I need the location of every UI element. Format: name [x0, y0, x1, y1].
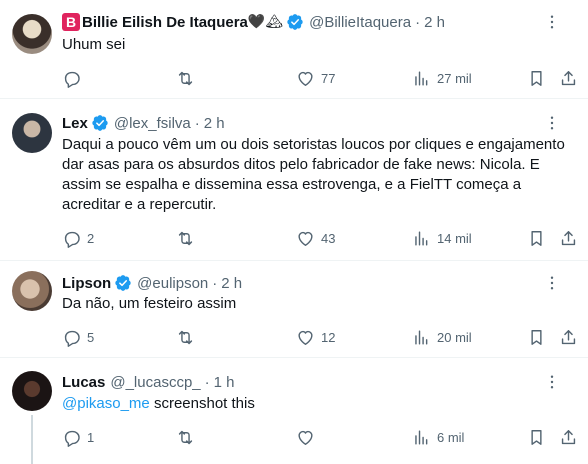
- bookmark-button[interactable]: [527, 426, 546, 448]
- reply-count: 1: [87, 429, 95, 445]
- share-icon: [559, 428, 578, 447]
- like-icon: [296, 69, 315, 88]
- views-button[interactable]: 6 mil: [412, 426, 464, 448]
- name-emoji: 🖤🏔: [247, 14, 284, 30]
- reply-button[interactable]: [62, 67, 87, 89]
- share-icon: [559, 229, 578, 248]
- retweet-button[interactable]: [176, 326, 201, 348]
- tweet-text: @pikaso_me screenshot this: [62, 394, 572, 414]
- more-icon[interactable]: [542, 371, 562, 393]
- timestamp[interactable]: 2 h: [221, 275, 242, 292]
- separator-dot: ·: [204, 373, 210, 391]
- avatar[interactable]: [12, 113, 52, 153]
- share-icon: [559, 328, 578, 347]
- views-button[interactable]: 14 mil: [412, 227, 472, 249]
- handle[interactable]: @eulipson: [137, 275, 208, 292]
- share-button[interactable]: [559, 426, 578, 448]
- share-button[interactable]: [559, 227, 578, 249]
- reply-button[interactable]: 1: [62, 426, 94, 448]
- timestamp[interactable]: 2 h: [424, 14, 445, 31]
- avatar[interactable]: [12, 14, 52, 54]
- reply-button[interactable]: 2: [62, 227, 94, 249]
- share-button[interactable]: [559, 326, 578, 348]
- share-button[interactable]: [559, 67, 578, 89]
- retweet-icon: [176, 69, 195, 88]
- like-button[interactable]: 43: [296, 227, 335, 249]
- tweet-lipson[interactable]: Lipson @eulipson · 2 h Da não, um festei…: [0, 261, 588, 358]
- retweet-button[interactable]: [176, 67, 201, 89]
- like-icon: [296, 428, 315, 447]
- display-name[interactable]: Lucas: [62, 374, 105, 391]
- like-button[interactable]: [296, 426, 321, 448]
- bookmark-button[interactable]: [527, 326, 546, 348]
- handle[interactable]: @BillieItaquera: [309, 14, 411, 31]
- bookmark-button[interactable]: [527, 67, 546, 89]
- tweet-billie[interactable]: B Billie Eilish De Itaquera 🖤🏔 @BillieIt…: [0, 0, 588, 99]
- reply-icon: [62, 229, 81, 248]
- retweet-icon: [176, 428, 195, 447]
- tweet-text-rest: screenshot this: [149, 395, 255, 412]
- views-count: 6 mil: [437, 429, 465, 445]
- reply-icon: [62, 428, 81, 447]
- views-icon: [412, 229, 431, 248]
- separator-dot: ·: [212, 274, 218, 292]
- timestamp[interactable]: 2 h: [204, 115, 225, 132]
- views-button[interactable]: 27 mil: [412, 67, 472, 89]
- like-icon: [296, 328, 315, 347]
- verified-badge-icon: [91, 114, 109, 132]
- bookmark-icon: [527, 328, 546, 347]
- reply-count: 5: [87, 329, 95, 345]
- bookmark-icon: [527, 428, 546, 447]
- display-name[interactable]: Lex: [62, 115, 88, 132]
- like-icon: [296, 229, 315, 248]
- reply-button[interactable]: 5: [62, 326, 94, 348]
- more-icon[interactable]: [542, 112, 562, 134]
- more-icon[interactable]: [542, 11, 562, 33]
- thread-line: [31, 415, 33, 464]
- tweet-lex[interactable]: Lex @lex_fsilva · 2 h Daqui a pouco vêm …: [0, 99, 588, 261]
- display-name[interactable]: Billie Eilish De Itaquera: [82, 14, 248, 31]
- timestamp[interactable]: 1 h: [214, 374, 235, 391]
- avatar[interactable]: [12, 371, 52, 411]
- views-icon: [412, 328, 431, 347]
- views-icon: [412, 69, 431, 88]
- views-button[interactable]: 20 mil: [412, 326, 472, 348]
- reply-icon: [62, 69, 81, 88]
- tweet-lucas[interactable]: Lucas @_lucasccp_ · 1 h @pikaso_me scree…: [0, 358, 588, 464]
- views-count: 20 mil: [437, 329, 472, 345]
- views-count: 14 mil: [437, 230, 472, 246]
- red-b-badge-icon: B: [62, 13, 80, 31]
- tweet-text: Da não, um festeiro assim: [62, 295, 237, 312]
- mention-link[interactable]: @pikaso_me: [62, 395, 150, 412]
- views-count: 27 mil: [437, 70, 472, 86]
- separator-dot: ·: [194, 114, 200, 132]
- retweet-button[interactable]: [176, 227, 201, 249]
- bookmark-icon: [527, 229, 546, 248]
- reply-count: 2: [87, 230, 95, 246]
- avatar[interactable]: [12, 271, 52, 311]
- more-icon[interactable]: [542, 272, 562, 294]
- like-button[interactable]: 77: [296, 67, 335, 89]
- retweet-icon: [176, 229, 195, 248]
- retweet-icon: [176, 328, 195, 347]
- retweet-button[interactable]: [176, 426, 201, 448]
- verified-badge-icon: [114, 274, 132, 292]
- separator-dot: ·: [415, 13, 421, 31]
- handle[interactable]: @lex_fsilva: [114, 115, 191, 132]
- share-icon: [559, 69, 578, 88]
- verified-badge-icon: [286, 13, 304, 31]
- like-count: 12: [321, 329, 336, 345]
- like-button[interactable]: 12: [296, 326, 335, 348]
- handle[interactable]: @_lucasccp_: [110, 374, 200, 391]
- bookmark-button[interactable]: [527, 227, 546, 249]
- like-count: 77: [321, 70, 336, 86]
- reply-icon: [62, 328, 81, 347]
- bookmark-icon: [527, 69, 546, 88]
- display-name[interactable]: Lipson: [62, 275, 111, 292]
- tweet-text: Uhum sei: [62, 36, 126, 53]
- tweet-text: Daqui a pouco vêm um ou dois setoristas …: [62, 136, 565, 213]
- views-icon: [412, 428, 431, 447]
- like-count: 43: [321, 230, 336, 246]
